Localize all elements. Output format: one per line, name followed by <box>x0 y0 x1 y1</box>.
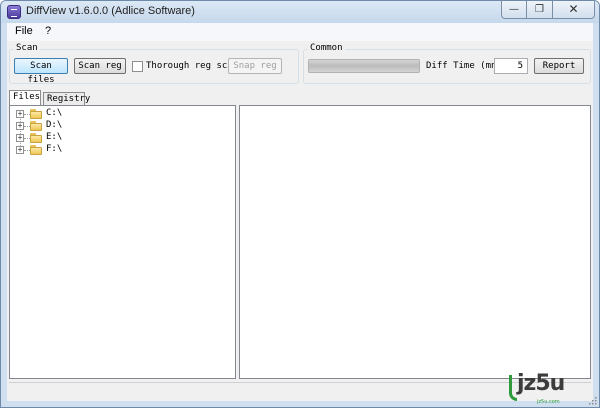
thorough-reg-scan-label: Thorough reg scan <box>146 61 239 71</box>
diff-time-input[interactable]: 5 <box>494 58 528 74</box>
progress-bar <box>308 59 420 73</box>
common-group-label: Common <box>308 43 345 53</box>
restore-icon: ❐ <box>535 4 544 15</box>
close-icon: ✕ <box>568 2 579 16</box>
folder-icon <box>30 145 42 155</box>
maximize-button[interactable]: ❐ <box>527 1 553 19</box>
scan-files-button[interactable]: Scan files <box>14 58 68 85</box>
diff-time-label: Diff Time (mn) <box>426 61 502 71</box>
leaf-icon <box>509 375 517 401</box>
minimize-button[interactable]: — <box>501 1 527 19</box>
tab-files[interactable]: Files <box>9 90 41 105</box>
expand-icon[interactable]: + <box>16 122 24 130</box>
app-icon <box>7 5 21 19</box>
tree-item-label: E:\ <box>46 132 63 142</box>
tree-item-label: D:\ <box>46 120 63 130</box>
watermark-text: jz5u <box>517 371 565 396</box>
progress-fill <box>309 60 419 72</box>
file-tree-pane[interactable]: + C:\ + D:\ + E:\ + F:\ <box>9 105 236 379</box>
menu-file[interactable]: File <box>15 25 33 37</box>
folder-icon <box>30 133 42 143</box>
tree-item-label: C:\ <box>46 108 63 118</box>
tree-item-label: F:\ <box>46 144 63 154</box>
menu-bar: File ? <box>7 23 593 41</box>
watermark-subtext: jz5u.com <box>537 399 560 405</box>
expand-icon[interactable]: + <box>16 134 24 142</box>
thorough-reg-scan-checkbox[interactable] <box>132 61 143 72</box>
folder-icon <box>30 109 42 119</box>
scan-group-label: Scan <box>14 43 40 53</box>
folder-icon <box>30 121 42 131</box>
scan-reg-button[interactable]: Scan reg <box>74 58 126 74</box>
status-bar <box>9 382 591 398</box>
tab-registry[interactable]: Registry <box>43 92 90 106</box>
window-title: DiffView v1.6.0.0 (Adlice Software) <box>26 5 195 17</box>
caption-buttons: — ❐ ✕ <box>501 1 595 19</box>
close-button[interactable]: ✕ <box>553 1 595 19</box>
app-window: DiffView v1.6.0.0 (Adlice Software) — ❐ … <box>0 0 600 408</box>
expand-icon[interactable]: + <box>16 146 24 154</box>
detail-pane[interactable] <box>239 105 591 379</box>
scan-group: Scan Scan files Scan reg Thorough reg sc… <box>9 43 299 85</box>
resize-grip-icon[interactable] <box>589 397 597 405</box>
watermark-logo: jz5u jz5u.com <box>507 371 597 407</box>
common-group: Common Diff Time (mn) 5 Report <box>303 43 591 84</box>
title-bar[interactable]: DiffView v1.6.0.0 (Adlice Software) — ❐ … <box>1 1 599 23</box>
expand-icon[interactable]: + <box>16 110 24 118</box>
menu-help[interactable]: ? <box>45 25 51 37</box>
report-button[interactable]: Report <box>534 58 584 74</box>
snap-reg-button[interactable]: Snap reg <box>228 58 282 74</box>
minimize-icon: — <box>509 4 519 15</box>
client-area: Scan Scan files Scan reg Thorough reg sc… <box>7 41 593 401</box>
